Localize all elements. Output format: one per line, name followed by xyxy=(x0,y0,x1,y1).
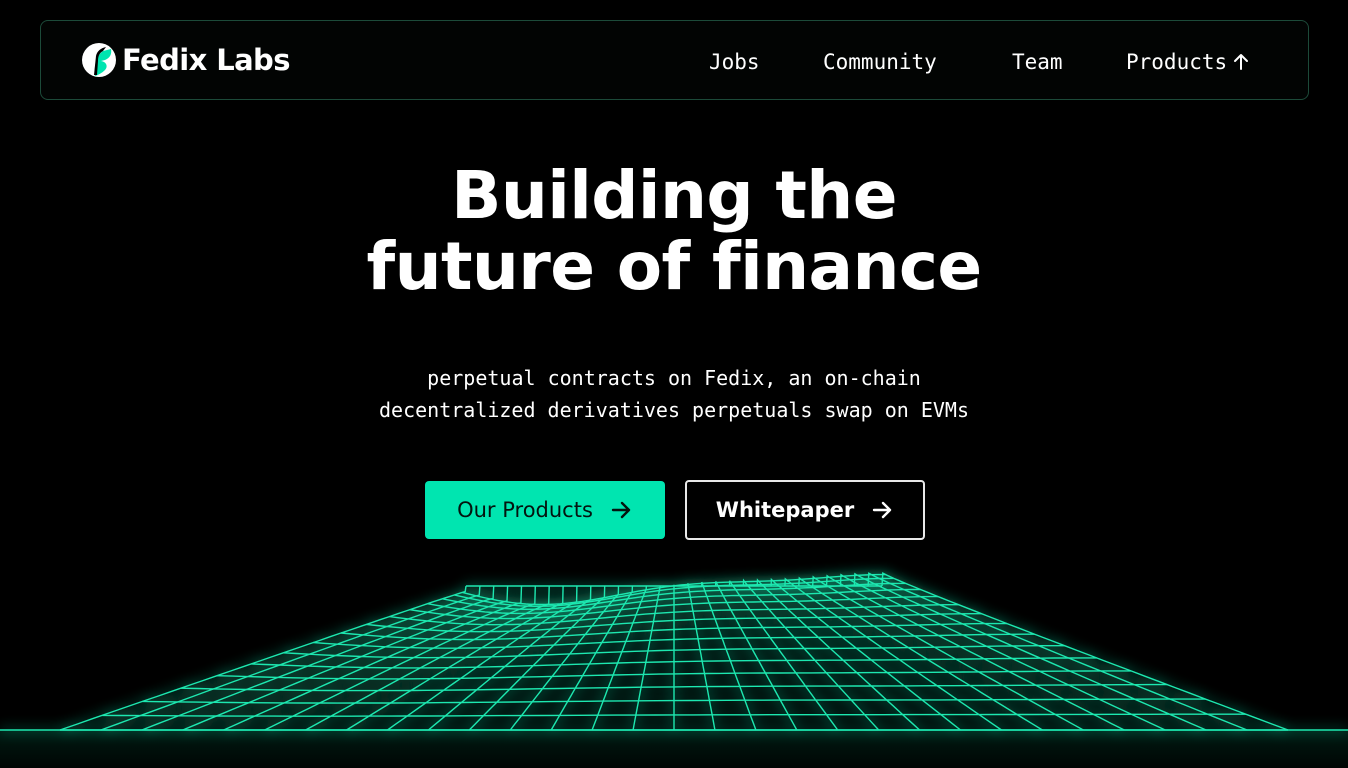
our-products-button-label: Our Products xyxy=(457,498,593,522)
wireframe-grid-graphic xyxy=(0,571,1348,768)
whitepaper-button[interactable]: Whitepaper xyxy=(685,480,925,540)
hero-title-line-1: Building the xyxy=(451,157,897,234)
hero-title: Building the future of finance xyxy=(0,160,1348,302)
grid-line xyxy=(798,576,1043,731)
perspective-grid-decoration xyxy=(0,560,1348,768)
nav-jobs-link[interactable]: Jobs xyxy=(709,47,760,77)
grid-line xyxy=(742,578,880,731)
page: Fedix Labs Jobs Community Team Products … xyxy=(0,0,1348,768)
brand-logo-link[interactable]: Fedix Labs xyxy=(81,42,290,78)
arrow-up-icon xyxy=(1234,54,1249,70)
grid-line xyxy=(687,583,716,731)
nav-team-link[interactable]: Team xyxy=(1012,47,1063,77)
our-products-button[interactable]: Our Products xyxy=(425,481,665,539)
hero-subtitle-line-1: perpetual contracts on Fedix, an on-chai… xyxy=(427,366,921,390)
hero-subtitle-line-2: decentralized derivatives perpetuals swa… xyxy=(378,398,969,422)
hero-title-line-2: future of finance xyxy=(366,228,982,305)
grid-line xyxy=(701,581,757,731)
fedix-logo-icon xyxy=(82,43,116,77)
top-navbar: Fedix Labs Jobs Community Team Products xyxy=(40,20,1309,100)
nav-community-link[interactable]: Community xyxy=(823,47,937,77)
arrow-right-icon xyxy=(873,501,892,519)
grid-line xyxy=(728,580,839,731)
nav-products-label: Products xyxy=(1126,50,1228,74)
hero-subtitle: perpetual contracts on Fedix, an on-chai… xyxy=(0,362,1348,426)
brand-name: Fedix Labs xyxy=(122,43,290,77)
nav-products-link[interactable]: Products xyxy=(1126,47,1251,77)
arrow-right-icon xyxy=(611,501,631,519)
whitepaper-button-label: Whitepaper xyxy=(715,498,855,522)
